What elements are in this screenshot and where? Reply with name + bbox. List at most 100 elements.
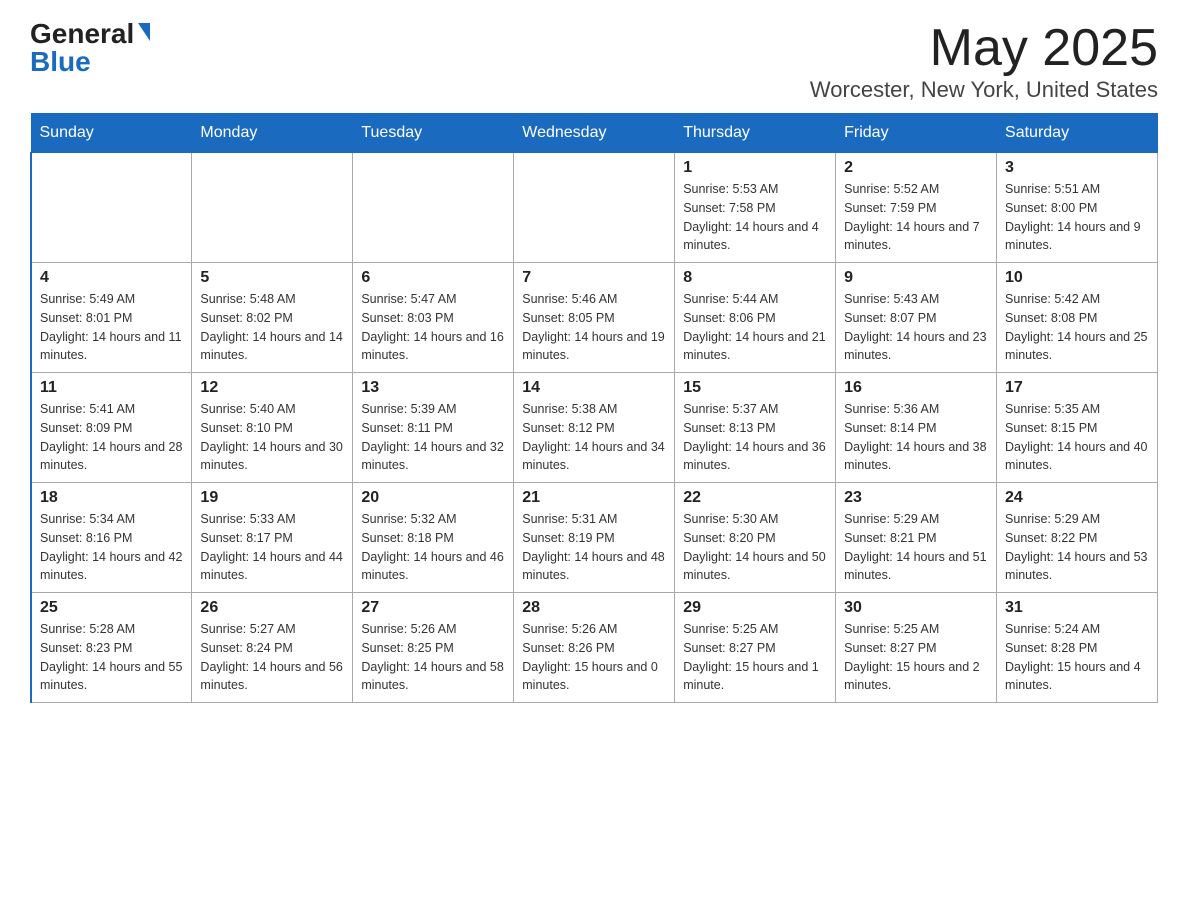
calendar-cell: 15 Sunrise: 5:37 AMSunset: 8:13 PMDayligh… [675,373,836,483]
calendar-cell: 22 Sunrise: 5:30 AMSunset: 8:20 PMDayligh… [675,483,836,593]
day-info: Sunrise: 5:28 AMSunset: 8:23 PMDaylight:… [40,620,183,695]
day-number: 1 [683,159,827,177]
day-number: 15 [683,379,827,397]
calendar-cell [31,153,192,263]
day-number: 29 [683,599,827,617]
logo-triangle-icon [138,23,150,41]
day-info: Sunrise: 5:53 AMSunset: 7:58 PMDaylight:… [683,180,827,255]
day-info: Sunrise: 5:37 AMSunset: 8:13 PMDaylight:… [683,400,827,475]
day-number: 17 [1005,379,1149,397]
logo-blue: Blue [30,48,91,76]
calendar-cell: 10 Sunrise: 5:42 AMSunset: 8:08 PMDayligh… [997,263,1158,373]
week-row: 18 Sunrise: 5:34 AMSunset: 8:16 PMDayligh… [31,483,1158,593]
calendar-cell [192,153,353,263]
calendar-cell: 24 Sunrise: 5:29 AMSunset: 8:22 PMDayligh… [997,483,1158,593]
calendar-cell: 29 Sunrise: 5:25 AMSunset: 8:27 PMDayligh… [675,593,836,703]
day-info: Sunrise: 5:34 AMSunset: 8:16 PMDaylight:… [40,510,183,585]
day-number: 20 [361,489,505,507]
day-info: Sunrise: 5:29 AMSunset: 8:21 PMDaylight:… [844,510,988,585]
calendar-cell: 20 Sunrise: 5:32 AMSunset: 8:18 PMDayligh… [353,483,514,593]
day-number: 6 [361,269,505,287]
calendar-cell: 16 Sunrise: 5:36 AMSunset: 8:14 PMDayligh… [836,373,997,483]
day-number: 26 [200,599,344,617]
day-info: Sunrise: 5:25 AMSunset: 8:27 PMDaylight:… [683,620,827,695]
day-info: Sunrise: 5:47 AMSunset: 8:03 PMDaylight:… [361,290,505,365]
day-info: Sunrise: 5:49 AMSunset: 8:01 PMDaylight:… [40,290,183,365]
day-number: 24 [1005,489,1149,507]
day-number: 28 [522,599,666,617]
page-header: General Blue May 2025 Worcester, New Yor… [30,20,1158,103]
calendar-cell: 9Sunrise: 5:43 AMSunset: 8:07 PMDaylight… [836,263,997,373]
day-number: 2 [844,159,988,177]
day-info: Sunrise: 5:41 AMSunset: 8:09 PMDaylight:… [40,400,183,475]
logo-general: General [30,20,134,48]
calendar-cell: 5 Sunrise: 5:48 AMSunset: 8:02 PMDaylight… [192,263,353,373]
day-info: Sunrise: 5:46 AMSunset: 8:05 PMDaylight:… [522,290,666,365]
calendar-cell: 21 Sunrise: 5:31 AMSunset: 8:19 PMDayligh… [514,483,675,593]
day-info: Sunrise: 5:42 AMSunset: 8:08 PMDaylight:… [1005,290,1149,365]
day-of-week-header: Monday [192,114,353,153]
calendar-cell: 26 Sunrise: 5:27 AMSunset: 8:24 PMDayligh… [192,593,353,703]
day-number: 7 [522,269,666,287]
day-info: Sunrise: 5:52 AMSunset: 7:59 PMDaylight:… [844,180,988,255]
day-info: Sunrise: 5:26 AMSunset: 8:26 PMDaylight:… [522,620,666,695]
calendar-cell [353,153,514,263]
calendar-cell: 11Sunrise: 5:41 AMSunset: 8:09 PMDayligh… [31,373,192,483]
day-number: 25 [40,599,183,617]
day-number: 21 [522,489,666,507]
day-info: Sunrise: 5:31 AMSunset: 8:19 PMDaylight:… [522,510,666,585]
day-info: Sunrise: 5:51 AMSunset: 8:00 PMDaylight:… [1005,180,1149,255]
calendar-cell: 7 Sunrise: 5:46 AMSunset: 8:05 PMDaylight… [514,263,675,373]
day-number: 23 [844,489,988,507]
week-row: 1 Sunrise: 5:53 AMSunset: 7:58 PMDaylight… [31,153,1158,263]
calendar-cell: 25 Sunrise: 5:28 AMSunset: 8:23 PMDayligh… [31,593,192,703]
day-of-week-header: Saturday [997,114,1158,153]
day-info: Sunrise: 5:29 AMSunset: 8:22 PMDaylight:… [1005,510,1149,585]
day-number: 22 [683,489,827,507]
day-info: Sunrise: 5:35 AMSunset: 8:15 PMDaylight:… [1005,400,1149,475]
calendar-cell: 31 Sunrise: 5:24 AMSunset: 8:28 PMDayligh… [997,593,1158,703]
day-number: 27 [361,599,505,617]
calendar-cell: 17 Sunrise: 5:35 AMSunset: 8:15 PMDayligh… [997,373,1158,483]
calendar-cell: 13Sunrise: 5:39 AMSunset: 8:11 PMDayligh… [353,373,514,483]
logo: General Blue [30,20,150,76]
day-number: 10 [1005,269,1149,287]
day-of-week-header: Friday [836,114,997,153]
title-area: May 2025 Worcester, New York, United Sta… [810,20,1158,103]
day-info: Sunrise: 5:48 AMSunset: 8:02 PMDaylight:… [200,290,344,365]
calendar-cell: 28 Sunrise: 5:26 AMSunset: 8:26 PMDayligh… [514,593,675,703]
calendar-body: 1 Sunrise: 5:53 AMSunset: 7:58 PMDaylight… [31,153,1158,703]
day-info: Sunrise: 5:40 AMSunset: 8:10 PMDaylight:… [200,400,344,475]
calendar-cell: 3Sunrise: 5:51 AMSunset: 8:00 PMDaylight… [997,153,1158,263]
day-info: Sunrise: 5:27 AMSunset: 8:24 PMDaylight:… [200,620,344,695]
calendar-cell: 19Sunrise: 5:33 AMSunset: 8:17 PMDayligh… [192,483,353,593]
day-info: Sunrise: 5:24 AMSunset: 8:28 PMDaylight:… [1005,620,1149,695]
calendar-cell: 1 Sunrise: 5:53 AMSunset: 7:58 PMDaylight… [675,153,836,263]
day-number: 5 [200,269,344,287]
day-number: 14 [522,379,666,397]
day-info: Sunrise: 5:30 AMSunset: 8:20 PMDaylight:… [683,510,827,585]
day-number: 9 [844,269,988,287]
calendar-cell: 4Sunrise: 5:49 AMSunset: 8:01 PMDaylight… [31,263,192,373]
calendar-header: SundayMondayTuesdayWednesdayThursdayFrid… [31,114,1158,153]
day-info: Sunrise: 5:39 AMSunset: 8:11 PMDaylight:… [361,400,505,475]
day-info: Sunrise: 5:44 AMSunset: 8:06 PMDaylight:… [683,290,827,365]
day-info: Sunrise: 5:25 AMSunset: 8:27 PMDaylight:… [844,620,988,695]
day-info: Sunrise: 5:32 AMSunset: 8:18 PMDaylight:… [361,510,505,585]
day-of-week-header: Sunday [31,114,192,153]
week-row: 25 Sunrise: 5:28 AMSunset: 8:23 PMDayligh… [31,593,1158,703]
week-row: 11Sunrise: 5:41 AMSunset: 8:09 PMDayligh… [31,373,1158,483]
day-info: Sunrise: 5:36 AMSunset: 8:14 PMDaylight:… [844,400,988,475]
month-title: May 2025 [810,20,1158,77]
day-number: 16 [844,379,988,397]
day-of-week-header: Tuesday [353,114,514,153]
day-info: Sunrise: 5:38 AMSunset: 8:12 PMDaylight:… [522,400,666,475]
day-of-week-header: Thursday [675,114,836,153]
day-number: 18 [40,489,183,507]
day-of-week-header: Wednesday [514,114,675,153]
calendar-cell: 14 Sunrise: 5:38 AMSunset: 8:12 PMDayligh… [514,373,675,483]
days-of-week-row: SundayMondayTuesdayWednesdayThursdayFrid… [31,114,1158,153]
day-number: 31 [1005,599,1149,617]
calendar-cell: 2 Sunrise: 5:52 AMSunset: 7:59 PMDaylight… [836,153,997,263]
calendar-cell: 18 Sunrise: 5:34 AMSunset: 8:16 PMDayligh… [31,483,192,593]
